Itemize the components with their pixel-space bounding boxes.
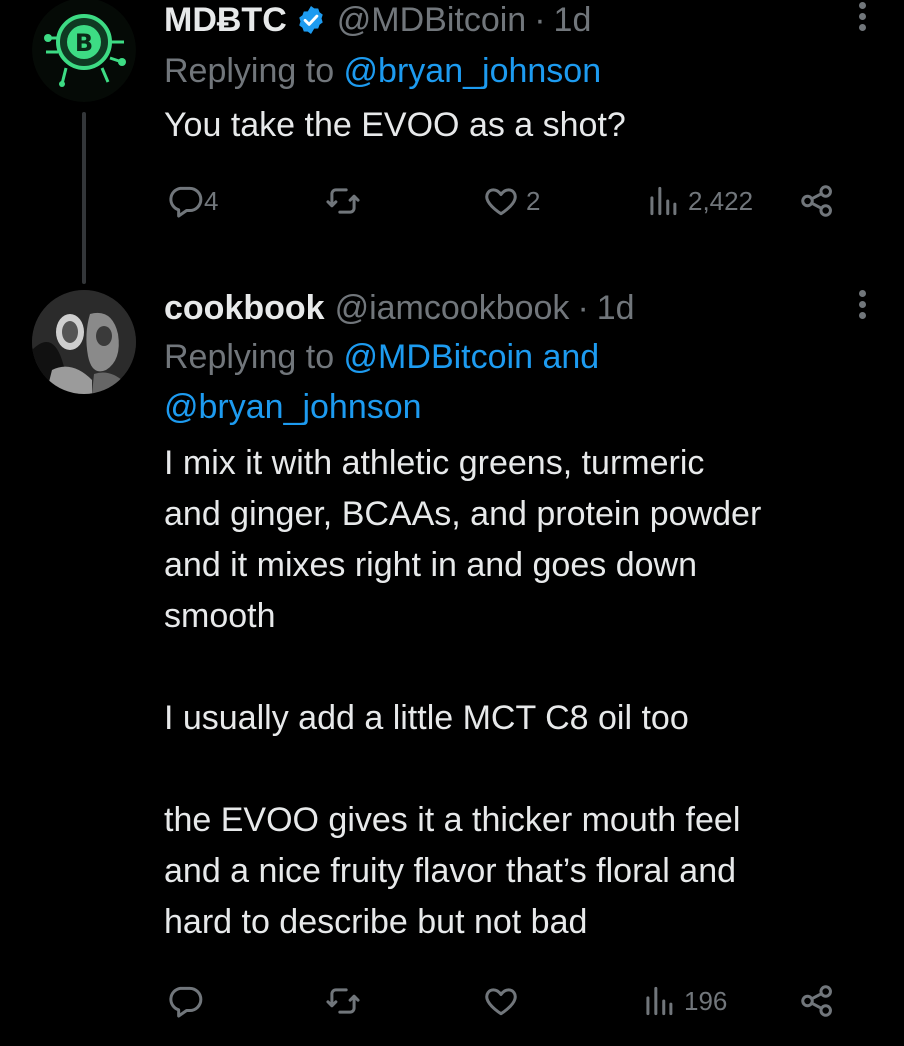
separator-dot: · <box>577 289 589 327</box>
user-photo-icon <box>32 290 136 394</box>
tweet-text: You take the EVOO as a shot? <box>164 106 626 144</box>
svg-text:B: B <box>75 29 93 57</box>
thread-line <box>82 112 86 284</box>
heart-icon <box>485 988 517 1016</box>
timestamp[interactable]: 1d <box>554 0 592 40</box>
share-icon <box>801 185 832 217</box>
avatar[interactable] <box>32 290 136 394</box>
reply-icon <box>169 186 203 218</box>
more-options-button[interactable] <box>856 286 868 326</box>
verified-badge-icon <box>295 4 327 36</box>
mention-link[interactable]: @bryan_johnson <box>164 388 422 426</box>
more-icon <box>858 2 866 9</box>
replying-to: Replying to @bryan_johnson <box>164 46 864 96</box>
reply-button[interactable] <box>166 982 204 1020</box>
retweet-button[interactable] <box>324 982 362 1020</box>
handle[interactable]: @iamcookbook <box>335 288 570 328</box>
mention-link[interactable]: @bryan_johnson <box>344 52 602 90</box>
reply-button[interactable]: 4 <box>166 182 218 220</box>
views-button[interactable]: 2,422 <box>644 182 753 220</box>
display-name[interactable]: cookbook <box>164 288 325 328</box>
views-icon <box>650 186 677 216</box>
separator-dot: · <box>534 1 546 39</box>
tweet-header: MDɃTC @MDBitcoin · 1d <box>164 0 864 40</box>
replying-prefix: Replying to <box>164 338 344 376</box>
retweet-icon <box>326 988 360 1014</box>
bitcoin-logo-icon: B <box>32 0 136 102</box>
views-button[interactable]: 196 <box>640 982 727 1020</box>
like-button[interactable] <box>482 982 520 1020</box>
like-button[interactable]: 2 <box>482 182 540 220</box>
more-icon <box>858 290 866 297</box>
display-name[interactable]: MDɃTC <box>164 0 287 40</box>
avatar[interactable]: B <box>32 0 136 102</box>
share-button[interactable] <box>798 982 836 1020</box>
retweet-icon <box>326 188 360 214</box>
tweet-header: cookbook @iamcookbook · 1d <box>164 288 864 328</box>
retweet-button[interactable] <box>324 182 362 220</box>
views-count: 2,422 <box>688 185 754 216</box>
reply-icon <box>169 986 203 1018</box>
more-options-button[interactable] <box>856 0 868 38</box>
mention-and[interactable]: and <box>542 338 599 376</box>
share-button[interactable] <box>798 182 836 220</box>
tweet-mdbitcoin[interactable]: B MDɃTC @MDBitcoin · 1d Replying to @bry… <box>0 0 904 284</box>
views-icon <box>646 986 673 1016</box>
mention-link[interactable]: @MDBitcoin <box>344 338 533 376</box>
heart-icon <box>485 188 517 216</box>
share-icon <box>801 985 832 1017</box>
replying-prefix: Replying to <box>164 52 344 90</box>
tweet-text: I mix it with athletic greens, turmeric … <box>164 444 762 941</box>
like-count: 2 <box>526 185 541 216</box>
timestamp[interactable]: 1d <box>597 288 635 328</box>
tweet-cookbook[interactable]: cookbook @iamcookbook · 1d Replying to @… <box>0 288 904 1046</box>
reply-count: 4 <box>204 185 219 216</box>
views-count: 196 <box>684 985 728 1016</box>
replying-to: Replying to @MDBitcoin and @bryan_johnso… <box>164 332 864 432</box>
handle[interactable]: @MDBitcoin <box>337 0 526 40</box>
